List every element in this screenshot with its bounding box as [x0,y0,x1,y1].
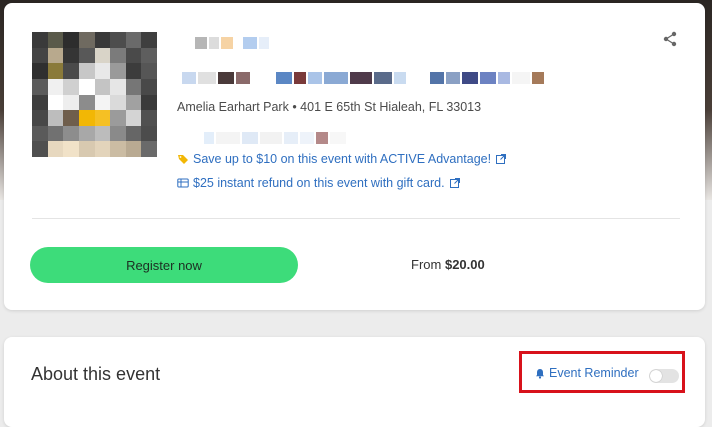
divider [32,218,680,219]
price-prefix: From [411,257,442,272]
price-value: $20.00 [444,257,485,272]
event-location: Amelia Earhart Park • 401 E 65th St Hial… [177,100,482,114]
highlight-box [519,351,685,393]
external-link-icon [496,154,507,164]
price: From $20.00 [411,257,485,272]
share-icon[interactable] [662,31,678,47]
register-now-button[interactable]: Register now [30,247,298,283]
advantage-promo-text: Save up to $10 on this event with ACTIVE… [193,152,492,166]
advantage-promo-link[interactable]: Save up to $10 on this event with ACTIVE… [177,152,507,166]
gift-card-icon [177,178,189,188]
external-link-icon [449,178,460,188]
event-title-redacted [182,72,544,84]
gift-card-promo-text: $25 instant refund on this event with gi… [193,176,445,190]
about-title: About this event [31,364,161,384]
advantage-tag-icon [178,155,188,164]
event-date-redacted [195,37,269,49]
event-thumbnail [32,32,157,157]
gift-card-promo-link[interactable]: $25 instant refund on this event with gi… [177,176,461,190]
event-subtitle-redacted [204,132,346,144]
